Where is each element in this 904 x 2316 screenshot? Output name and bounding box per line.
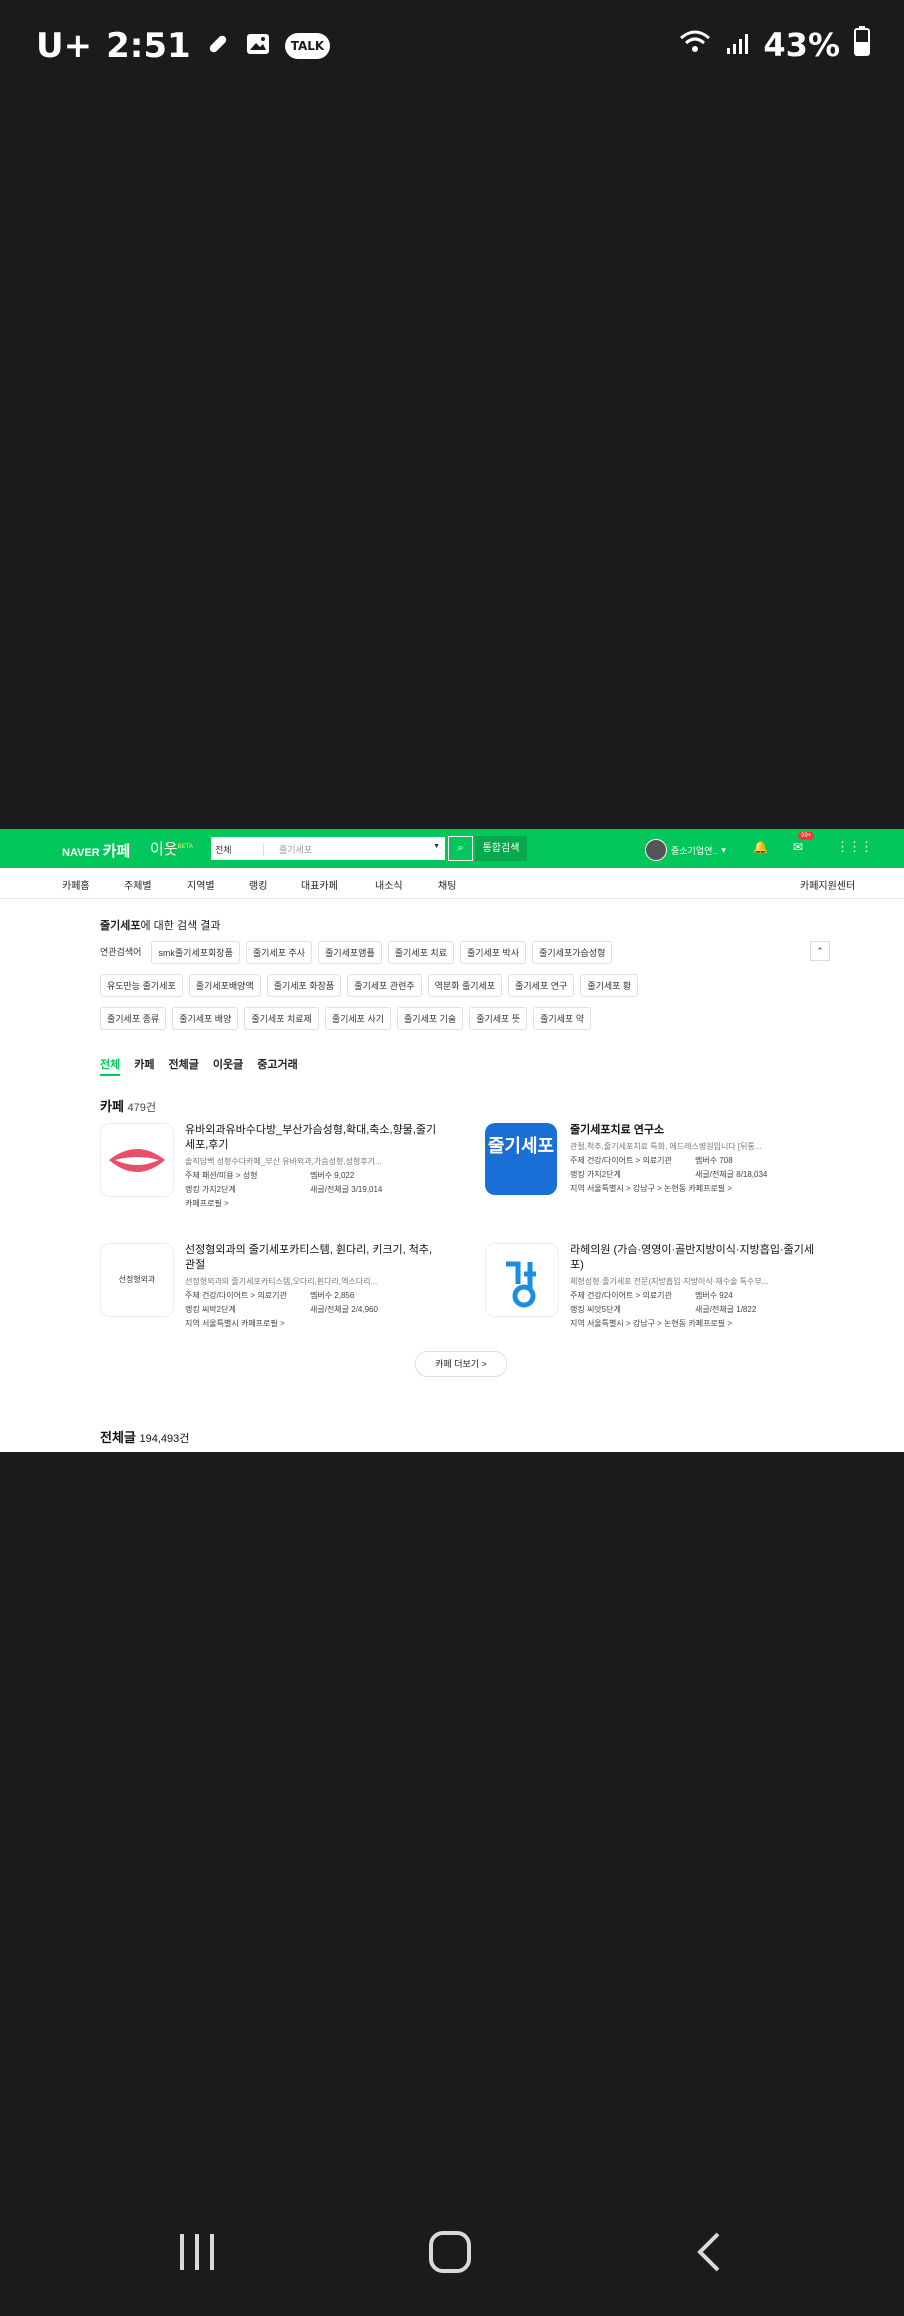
cafe-card[interactable]: 라헤의원 (가슴·영영이·골반지방이식·지방흡입·줄기세포) 체형성형·줄기세포… (485, 1243, 825, 1353)
tab-neighbor-posts[interactable]: 이웃글 (213, 1056, 243, 1076)
battery-icon (854, 26, 870, 64)
related-chip[interactable]: 줄기세포 뜻 (469, 1007, 528, 1030)
cafe-desc: 관절,척추,줄기세포치료 특화, 에드레스병원입니다 [뒤통... (570, 1142, 762, 1151)
apps-grid-icon[interactable]: ⋮⋮⋮ (836, 839, 873, 855)
cafe-name[interactable]: 라헤의원 (가슴·영영이·골반지방이식·지방흡입·줄기세포) (570, 1243, 825, 1273)
search-icon: ⌕ (457, 842, 464, 854)
nav-item-region[interactable]: 지역별 (187, 877, 215, 892)
search-button[interactable]: ⌕ (448, 836, 473, 861)
naver-cafe-logo[interactable]: NAVER 카페 (62, 840, 130, 861)
talk-icon: TALK (284, 33, 331, 59)
recent-apps-icon[interactable] (175, 2230, 219, 2285)
related-chip[interactable]: 줄기세포 사기 (324, 1007, 392, 1030)
nav-item-ranking[interactable]: 랭킹 (249, 877, 267, 892)
related-chip[interactable]: 줄기세포 화장품 (266, 974, 342, 997)
related-chip[interactable]: 줄기세포 배양 (172, 1007, 239, 1030)
mail-icon[interactable]: ✉ (793, 840, 803, 854)
related-chip[interactable]: 줄기세포 황 (580, 974, 639, 997)
top-header: NAVER 카페 이웃BETA 전체 줄기세포 ▼ ⌕ 통합검색 중소기업연.. ▾… (0, 829, 904, 868)
cafe-card[interactable]: 줄기세포 줄기세포치료 연구소 관절,척추,줄기세포치료 특화, 에드레스병원입… (485, 1123, 825, 1233)
cafe-profile-link[interactable]: 카페프로필 > (185, 1198, 310, 1209)
related-chip[interactable]: 줄기세포가슴성형 (532, 941, 613, 964)
cafe-desc: 체형성형·줄기세포 전문(지방흡입·지방이식·재수술 특수부... (570, 1277, 769, 1286)
related-chip[interactable]: 줄기세포 연구 (508, 974, 575, 997)
cafe-thumbnail-lips[interactable] (100, 1123, 174, 1197)
user-menu[interactable]: 중소기업연.. ▾ (645, 839, 726, 861)
cafe-more-button[interactable]: 카페 더보기 > (415, 1351, 507, 1377)
related-label: 연관검색어 (100, 947, 142, 957)
cafe-thumbnail-sunjung[interactable]: 선정형외과 (100, 1243, 174, 1317)
related-chip[interactable]: 유도만능 줄기세포 (100, 974, 183, 997)
cafe-section-title: 카페 479건 (100, 1099, 157, 1114)
related-keywords: 연관검색어 smk줄기세포회장품 줄기세포 주사 줄기세포앰플 줄기세포 치료 … (100, 941, 830, 1030)
related-chip[interactable]: 줄기세포 박사 (459, 941, 527, 964)
home-icon[interactable] (428, 2230, 472, 2285)
tab-cafe[interactable]: 카페 (134, 1056, 154, 1076)
related-chip[interactable]: smk줄기세포회장품 (151, 941, 240, 964)
chevron-down-icon[interactable]: ▼ (433, 843, 440, 850)
mail-badge: 99+ (798, 832, 815, 840)
pill-icon (205, 26, 231, 66)
bell-icon[interactable]: 🔔 (753, 840, 768, 854)
related-chip[interactable]: 줄기세포 치료 (387, 941, 454, 964)
cafe-desc: 솔직담백 성형수다카페_부산 유바외과,가슴성형,성형후기... (185, 1157, 382, 1166)
carrier-label: U+ (36, 26, 93, 66)
search-input[interactable]: 줄기세포 (279, 843, 312, 856)
collapse-chevron-up-icon[interactable]: ⌃ (810, 941, 830, 961)
cafe-card[interactable]: 유바외과유바수다방_부산가슴성형,확대,축소,향물,줄기세포,후기 솔직담백 성… (100, 1123, 440, 1233)
cafe-profile-link[interactable]: 지역 서울특별시 카페프로필 > (185, 1318, 440, 1329)
signal-icon (725, 26, 749, 64)
webpage-viewport: NAVER 카페 이웃BETA 전체 줄기세포 ▼ ⌕ 통합검색 중소기업연.. ▾… (0, 829, 904, 1452)
tab-used-market[interactable]: 중고거래 (257, 1056, 297, 1076)
tab-all[interactable]: 전체 (100, 1056, 121, 1076)
cafe-thumbnail-lahe[interactable] (485, 1243, 559, 1317)
wifi-icon (679, 26, 711, 64)
related-chip[interactable]: 줄기세포앰플 (318, 941, 382, 964)
related-chip[interactable]: 줄기세포 주사 (245, 941, 313, 964)
related-chip[interactable]: 줄기세포 종류 (100, 1007, 167, 1030)
nav-item-home[interactable]: 카페홈 (62, 877, 90, 892)
total-search-button[interactable]: 통합검색 (475, 836, 527, 861)
nav-item-rep-cafe[interactable]: 대표카페 (301, 877, 338, 892)
search-results: 줄기세포에 대한 검색 결과 연관검색어 smk줄기세포회장품 줄기세포 주사 … (100, 917, 830, 1377)
cafe-name[interactable]: 줄기세포치료 연구소 (570, 1123, 825, 1138)
neighbor-menu[interactable]: 이웃BETA (150, 838, 193, 859)
related-chip[interactable]: 줄기세포 기술 (397, 1007, 464, 1030)
cafe-card[interactable]: 선정형외과 선정형외과의 줄기세포카티스템, 휜다리, 키크기, 척추, 관절 … (100, 1243, 440, 1353)
related-chip[interactable]: 줄기세포 관련주 (347, 974, 422, 997)
nav-item-help[interactable]: 카페지원센터 (800, 877, 855, 892)
status-bar: U+ 2:51 TALK 43% (0, 0, 904, 88)
back-icon[interactable] (688, 2230, 732, 2285)
cafe-name[interactable]: 유바외과유바수다방_부산가슴성형,확대,축소,향물,줄기세포,후기 (185, 1123, 440, 1153)
avatar (645, 839, 667, 861)
cafe-profile-link[interactable]: 지역 서울특별시 > 강남구 > 논현동 카페프로필 > (570, 1183, 825, 1194)
cafe-profile-link[interactable]: 지역 서울특별시 > 강남구 > 논현동 카페프로필 > (570, 1318, 825, 1329)
search-scope-select[interactable]: 전체 (215, 843, 264, 856)
image-icon (245, 26, 271, 66)
cafe-list: 유바외과유바수다방_부산가슴성형,확대,축소,향물,줄기세포,후기 솔직담백 성… (100, 1123, 830, 1377)
related-chip[interactable]: 줄기세포배양액 (188, 974, 261, 997)
cafe-desc: 선정형외과의 줄기세포카티스템,오다리,휜다리,엑스다리... (185, 1277, 378, 1286)
nav-item-news[interactable]: 내소식 (375, 877, 403, 892)
system-nav-bar (0, 2192, 904, 2316)
cafe-name[interactable]: 선정형외과의 줄기세포카티스템, 휜다리, 키크기, 척추, 관절 (185, 1243, 440, 1273)
battery-percent: 43% (763, 26, 840, 64)
nav-item-topic[interactable]: 주제별 (124, 877, 152, 892)
all-posts-section-title: 전체글 194,493건 (100, 1430, 190, 1445)
result-tabs: 전체 카페 전체글 이웃글 중고거래 (100, 1056, 830, 1076)
search-box: 전체 줄기세포 ▼ (210, 836, 446, 861)
related-chip[interactable]: 줄기세포 약 (533, 1007, 592, 1030)
results-heading: 줄기세포에 대한 검색 결과 (100, 920, 221, 932)
tab-posts[interactable]: 전체글 (169, 1056, 199, 1076)
nav-item-chat[interactable]: 채팅 (438, 877, 456, 892)
related-chip[interactable]: 줄기세포 치료제 (244, 1007, 319, 1030)
related-chip[interactable]: 역분화 줄기세포 (427, 974, 503, 997)
main-nav: 카페홈 주제별 지역별 랭킹 대표카페 내소식 채팅 카페지원센터 (0, 868, 904, 899)
cafe-thumbnail-stemcell[interactable]: 줄기세포 (485, 1123, 557, 1195)
clock: 2:51 (106, 26, 191, 66)
